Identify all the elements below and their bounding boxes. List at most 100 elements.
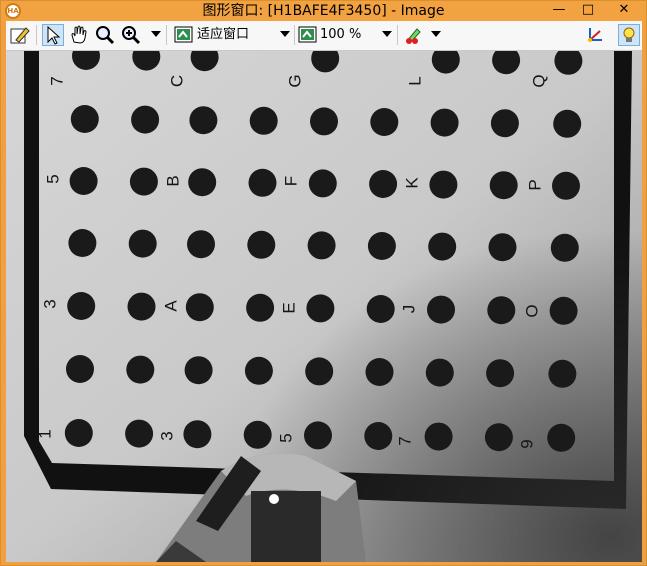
calibration-dot <box>304 421 332 450</box>
calibration-dot <box>428 232 457 261</box>
zoom-dropdown-chevron-down-icon[interactable] <box>151 31 161 37</box>
toolbar-separator <box>36 25 37 45</box>
grid-number-label: 5 <box>43 174 62 183</box>
toolbar-separator <box>397 25 398 45</box>
calibration-dot <box>364 422 393 450</box>
close-button[interactable]: ✕ <box>604 1 644 20</box>
calibration-dot <box>547 423 576 452</box>
zoom-percent-icon[interactable] <box>297 24 319 46</box>
calibration-dot <box>68 229 97 257</box>
calibration-dot <box>487 296 516 325</box>
image-canvas[interactable]: B F K P A E J O 7 C G L Q 5 3 1 3 5 7 9 <box>6 51 642 562</box>
image-window: HA 图形窗口: [H1BAFE4F3450] - Image — □ ✕ 适应… <box>0 0 647 566</box>
calibration-dot <box>131 105 160 134</box>
zoom-percent-combo[interactable]: 100 % <box>320 27 361 43</box>
calibration-dot <box>67 292 96 320</box>
fit-window-icon[interactable] <box>173 24 195 46</box>
calibration-dot <box>66 355 94 383</box>
calibration-dot <box>247 230 276 259</box>
calibration-dot <box>69 167 98 195</box>
grid-number-label: 1 <box>35 429 54 438</box>
calibration-dot <box>249 106 278 135</box>
grid-letter-label: A <box>161 300 180 312</box>
grid-letter-label: P <box>525 179 544 190</box>
grid-letter-label: Q <box>529 74 548 87</box>
zoom-fit-combo[interactable]: 适应窗口 <box>197 27 249 43</box>
calibration-dot <box>367 232 396 260</box>
calibration-dot <box>126 355 155 384</box>
minimize-button[interactable]: — <box>545 1 573 20</box>
grid-number-label: 3 <box>40 299 59 308</box>
light-bulb-icon[interactable] <box>618 24 640 46</box>
grid-number-label: 9 <box>517 439 536 448</box>
calibration-dot <box>70 105 99 133</box>
grid-number-label: 7 <box>395 436 414 445</box>
calibration-dot <box>129 167 158 196</box>
calibration-dot <box>365 358 394 386</box>
calibration-dot <box>430 108 459 137</box>
calibration-dot <box>185 293 214 322</box>
maximize-button[interactable]: □ <box>574 1 602 20</box>
grid-letter-label: 7 <box>47 76 66 85</box>
grid-number-label: 5 <box>276 433 295 442</box>
calibration-dot <box>308 169 337 198</box>
calibration-dot <box>128 229 157 258</box>
calibration-dot <box>490 109 519 138</box>
calibration-dot <box>184 356 213 385</box>
grid-letter-label: K <box>402 177 421 189</box>
calibration-dot <box>549 296 578 325</box>
grid-letter-label: F <box>281 176 300 186</box>
grid-letter-label: L <box>405 76 424 85</box>
calibration-dot <box>488 233 517 262</box>
pencil-icon[interactable] <box>9 24 31 46</box>
axes-icon[interactable] <box>584 24 606 46</box>
toolbar: 适应窗口 100 % <box>6 21 642 51</box>
grid-letter-label: E <box>279 302 298 313</box>
calibration-dot <box>550 233 579 262</box>
zoom-in-icon[interactable] <box>120 24 142 46</box>
grid-number-label: 3 <box>157 431 176 440</box>
grid-letter-label: C <box>167 75 186 87</box>
calibration-dot <box>246 293 275 322</box>
calibration-dot <box>306 294 335 323</box>
calibration-image: B F K P A E J O 7 C G L Q 5 3 1 3 5 7 9 <box>6 51 642 562</box>
calibration-dot <box>486 359 515 388</box>
color-picker-icon[interactable] <box>403 24 425 46</box>
calibration-dot <box>189 106 218 135</box>
calibration-dot <box>366 295 395 323</box>
calibration-dot <box>187 230 215 259</box>
calibration-dot <box>305 357 334 386</box>
calibration-dot <box>307 231 336 260</box>
calibration-dot <box>310 107 338 136</box>
calibration-dot <box>188 168 217 197</box>
calibration-dot <box>243 420 272 449</box>
calibration-dot <box>64 419 93 447</box>
toolbar-separator <box>166 25 167 45</box>
calibration-dot <box>424 422 453 451</box>
color-picker-chevron-down-icon[interactable] <box>431 31 441 37</box>
toolbar-separator <box>294 25 295 45</box>
calibration-dot <box>370 108 399 136</box>
magnifier-icon[interactable] <box>94 24 116 46</box>
pointer-icon[interactable] <box>42 24 64 46</box>
grid-letter-label: B <box>163 175 182 186</box>
calibration-dot <box>552 171 580 200</box>
zoom-percent-chevron-down-icon[interactable] <box>382 31 392 37</box>
calibration-dot <box>369 170 398 198</box>
grid-letter-label: G <box>285 74 304 87</box>
calibration-dot <box>425 358 454 387</box>
calibration-dot <box>484 423 513 452</box>
grid-letter-label: J <box>399 305 418 314</box>
calibration-dot <box>244 356 273 385</box>
calibration-dot <box>548 359 577 388</box>
calibration-dot <box>127 292 156 321</box>
calibration-dot <box>183 420 212 449</box>
calibration-dot <box>429 170 458 199</box>
grid-letter-label: O <box>522 304 541 317</box>
hand-icon[interactable] <box>68 24 90 46</box>
title-bar[interactable]: HA 图形窗口: [H1BAFE4F3450] - Image — □ ✕ <box>1 1 646 21</box>
zoom-fit-chevron-down-icon[interactable] <box>280 31 290 37</box>
calibration-dot <box>553 109 582 138</box>
calibration-dot <box>125 419 154 448</box>
calibration-dot <box>427 295 455 324</box>
